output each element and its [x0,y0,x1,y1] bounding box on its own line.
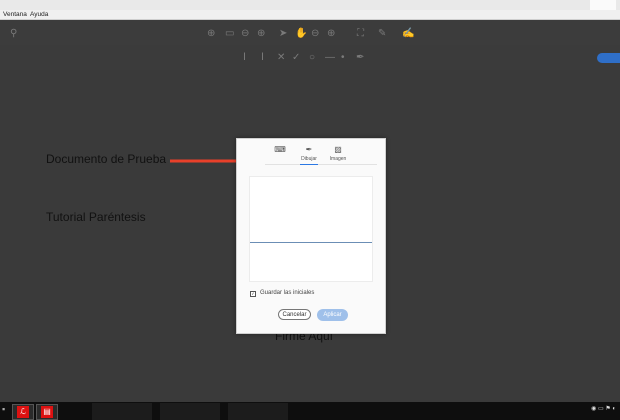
search-icon[interactable]: ⚲ [10,29,17,39]
initials-dialog: ⌨ ✒ Dibujar ▨ Imagen ✓ Guardar las inici… [236,138,386,334]
window-title-bar [0,0,620,10]
cursor-icon[interactable]: ➤ [279,29,287,39]
fill-sign-toolbar: Ⅰ Ⅰ ✕ ✓ ○ — • ✒ [0,45,620,70]
signature-baseline [250,242,372,243]
start-icon[interactable]: ▪ [2,404,8,418]
taskbar-acrobat-2[interactable]: ▤ [36,404,58,420]
active-tab-indicator [300,164,318,165]
system-tray-icon[interactable]: ◉ ▭ ⚑ ◐ [591,405,616,412]
text-field-icon[interactable]: Ⅰ [261,53,264,63]
signature-dropdown-icon[interactable]: ✒ [356,53,364,63]
taskbar-item[interactable] [92,403,152,420]
upload-icon[interactable]: ⊕ [207,29,215,39]
apply-button[interactable]: Aplicar [317,309,348,321]
save-initials-label: Guardar las iniciales [260,290,315,296]
tab-draw[interactable]: ✒ Dibujar [294,145,324,162]
tab-image-label: Imagen [329,156,347,162]
circle-icon[interactable]: ○ [309,53,315,63]
tab-image[interactable]: ▨ Imagen [323,145,353,162]
text-tool-icon[interactable]: Ⅰ [243,53,246,63]
zoom-plus-icon[interactable]: ⊕ [327,29,335,39]
pen-icon: ✒ [305,145,313,154]
hand-icon[interactable]: ✋ [295,29,307,39]
line-icon[interactable]: — [325,53,335,63]
check-icon[interactable]: ✓ [292,53,300,63]
main-toolbar: ⚲ ⊕ ▭ ⊖ ⊕ ➤ ✋ ⊖ ⊕ ⛶ ✎ ✍ [0,20,620,45]
taskbar-acrobat-1[interactable]: ℒ [12,404,34,420]
zoom-icon[interactable]: ⊖ [311,29,319,39]
sign-icon[interactable]: ✍ [402,29,414,39]
fit-icon[interactable]: ⛶ [357,29,364,39]
dot-icon[interactable]: • [341,53,345,63]
taskbar: ▪ ℒ ▤ ◉ ▭ ⚑ ◐ [0,402,620,420]
zoom-out-icon[interactable]: ⊖ [241,29,249,39]
image-icon: ▨ [334,145,342,154]
menu-bar: Ventana Ayuda [0,10,620,20]
tab-type[interactable]: ⌨ [265,145,295,156]
window-controls[interactable] [590,0,616,10]
cancel-button[interactable]: Cancelar [278,309,311,320]
page-icon[interactable]: ▭ [225,29,234,39]
document-line-1: Documento de Prueba [46,152,167,166]
document-line-2: Tutorial Paréntesis [46,210,146,224]
tab-draw-label: Dibujar [301,156,317,162]
zoom-in-icon[interactable]: ⊕ [257,29,265,39]
share-button[interactable] [597,53,620,63]
menu-item-ventana[interactable]: Ventana [3,11,27,18]
save-initials-checkbox[interactable]: ✓ [250,291,256,297]
cross-icon[interactable]: ✕ [277,53,285,63]
taskbar-item[interactable] [228,403,288,420]
drawing-canvas[interactable] [249,176,373,282]
tab-divider [265,164,377,165]
keyboard-icon: ⌨ [274,145,286,154]
taskbar-item[interactable] [160,403,220,420]
menu-item-ayuda[interactable]: Ayuda [30,11,48,18]
pdf-icon: ℒ [17,406,29,418]
pdf-doc-icon: ▤ [41,406,53,418]
comment-icon[interactable]: ✎ [378,29,386,39]
